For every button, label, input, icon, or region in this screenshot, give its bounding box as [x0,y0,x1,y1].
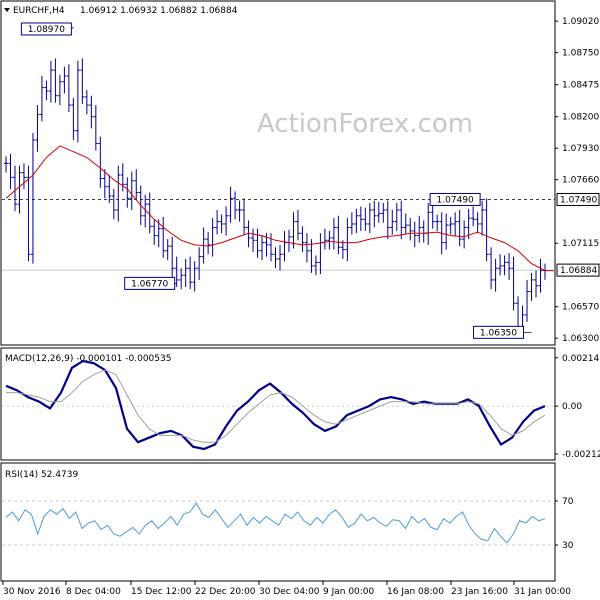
time-axis: 30 Nov 2016 8 Dec 04:00 15 Dec 12:00 22 Dec… [2,581,571,597]
price-annotation: 1.08970 [20,22,74,36]
time-tick-label: 30 Nov 2016 [3,587,61,597]
time-tick-label: 30 Dec 04:00 [259,587,320,597]
annotation-label: 1.07490 [437,195,474,205]
price-axis: 1.09020 1.08750 1.08475 1.08200 1.07930 1.076… [555,17,600,344]
price-annotation: 1.06770 [124,276,177,290]
rsi-header: RSI(14) 52.4739 [5,470,78,480]
price-tick-label: 1.07115 [562,239,599,249]
symbol-header: EURCHF,H4 1.06912 1.06932 1.06882 1.0688… [4,6,238,16]
macd-tick-label: 0.00 [562,402,582,412]
price-tick-label: 1.08750 [562,49,599,59]
annotation-label: 1.06350 [480,328,517,338]
time-tick-label: 22 Dec 20:00 [195,587,256,597]
watermark: ActionForex.com [257,109,473,139]
price-tag-label: 1.07490 [560,195,597,205]
price-tick-label: 1.09020 [562,17,599,27]
rsi-tick-label: 70 [562,497,574,507]
time-tick-label: 31 Jan 00:00 [514,587,571,597]
resistance-price-tag: 1.07490 [556,192,600,206]
current-price-tag: 1.06884 [556,263,600,277]
time-tick-label: 15 Dec 12:00 [131,587,192,597]
macd-tick-label: 0.002145 [562,354,600,364]
price-tick-label: 1.06570 [562,303,599,313]
price-annotation: 1.07490 [429,192,483,206]
rsi-panel-frame [0,462,556,582]
annotation-label: 1.08970 [28,25,65,35]
price-panel-frame [0,0,556,346]
price-tag-label: 1.06884 [560,266,597,276]
price-tick-label: 1.07930 [562,144,599,154]
time-tick-label: 23 Jan 16:00 [451,587,508,597]
time-tick-label: 9 Jan 00:00 [323,587,375,597]
price-tick-label: 1.08475 [562,81,599,91]
macd-axis: 0.002145 0.00 -0.002122 [555,354,600,460]
macd-header: MACD(12,26,9) -0.000101 -0.000535 [5,354,171,364]
time-tick-label: 16 Jan 08:00 [387,587,444,597]
price-tick-label: 1.08200 [562,113,599,123]
time-tick-label: 8 Dec 04:00 [66,587,121,597]
annotation-label: 1.06770 [131,279,168,289]
rsi-axis: 70 30 [555,497,574,551]
price-annotation: 1.06350 [473,325,532,339]
forex-chart: ActionForex.com 1.08970 1.07490 1.06770 1.0… [0,0,600,597]
price-tick-label: 1.06300 [562,334,599,344]
symbol-ohlc: 1.06912 1.06932 1.06882 1.06884 [80,6,238,16]
price-tick-label: 1.07660 [562,176,599,186]
macd-tick-label: -0.002122 [562,450,600,460]
symbol-name: EURCHF,H4 [13,6,65,16]
rsi-tick-label: 30 [562,541,574,551]
macd-panel-frame [0,347,556,461]
